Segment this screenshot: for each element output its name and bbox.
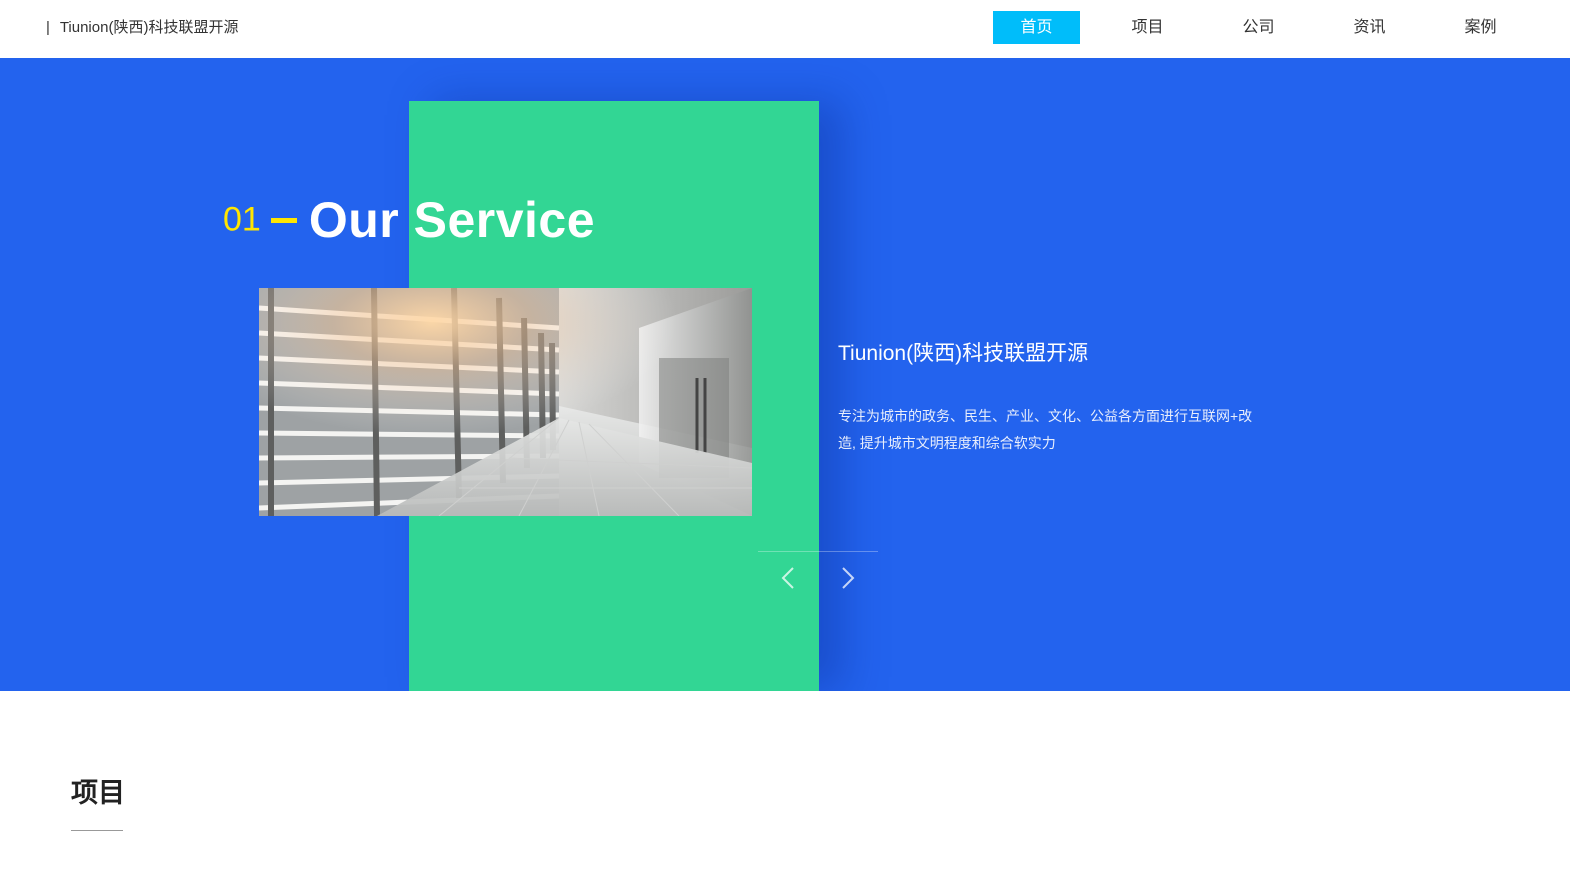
brand-separator: | — [46, 19, 50, 36]
hero-description: 专注为城市的政务、民生、产业、文化、公益各方面进行互联网+改造, 提升城市文明程… — [838, 408, 1253, 451]
chevron-right-icon — [842, 567, 855, 589]
nav-item-company[interactable]: 公司 — [1215, 11, 1302, 44]
hero-photo — [259, 288, 752, 516]
nav-item-news[interactable]: 资讯 — [1326, 11, 1413, 44]
nav-item-projects[interactable]: 项目 — [1104, 11, 1191, 44]
chevron-left-icon — [781, 567, 794, 589]
hero-title: Our Service — [308, 192, 596, 248]
slider-prev-button[interactable] — [774, 563, 804, 593]
top-header: | Tiunion(陕西)科技联盟开源 首页 项目 公司 资讯 案例 — [0, 0, 1570, 58]
nav-item-home[interactable]: 首页 — [993, 11, 1080, 44]
main-nav: 首页 项目 公司 资讯 案例 — [993, 11, 1548, 44]
brand-link[interactable]: | Tiunion(陕西)科技联盟开源 — [46, 19, 238, 37]
slider-divider — [758, 551, 878, 552]
hero-slide-number: 01 — [223, 200, 261, 239]
section-underline — [71, 830, 123, 831]
brand-name: Tiunion(陕西)科技联盟开源 — [59, 19, 239, 36]
slider-next-button[interactable] — [833, 563, 863, 593]
hero-company-name: Tiunion(陕西)科技联盟开源 — [838, 342, 1089, 365]
hero-banner: 01 Our Service Tiunion(陕西)科技联盟开源 专注为城市的政… — [0, 58, 1570, 691]
corridor-photo-illustration — [259, 288, 752, 516]
hero-dash — [270, 217, 297, 223]
nav-item-cases[interactable]: 案例 — [1437, 11, 1524, 44]
section-title-projects: 项目 — [71, 778, 125, 808]
hero-heading: 01 Our Service — [223, 191, 595, 249]
